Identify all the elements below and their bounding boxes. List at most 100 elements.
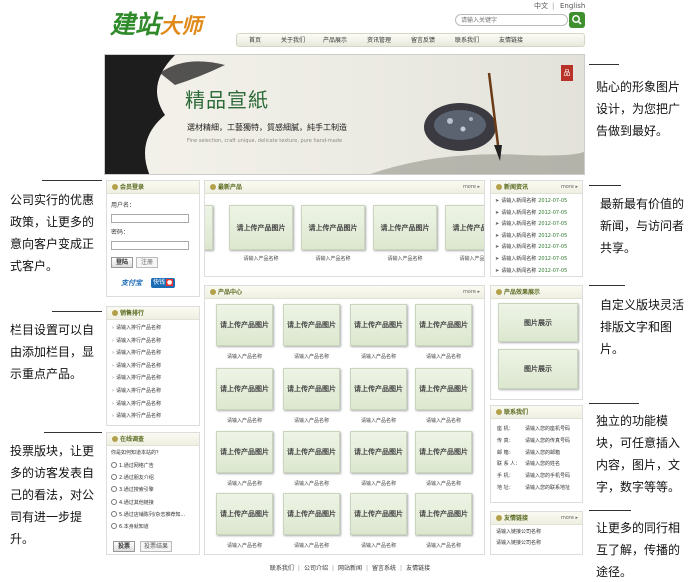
news-more-link[interactable]: more ▸: [561, 182, 578, 193]
product-image[interactable]: 请上传产品图片: [415, 493, 472, 535]
radio-button[interactable]: [111, 498, 117, 505]
footer-link[interactable]: 网站新闻: [338, 565, 362, 572]
product-caption[interactable]: 请输入产品名称: [279, 542, 344, 550]
sales-item[interactable]: › 请输入排行产品名称: [112, 362, 161, 371]
sales-item[interactable]: › 请输入排行产品名称: [112, 374, 161, 383]
news-item[interactable]: ➤ 请输入新闻名称 2012-07-05: [495, 267, 567, 276]
lang-cn-link[interactable]: 中文: [534, 0, 548, 12]
nav-feedback[interactable]: 留言反馈: [411, 34, 435, 48]
product-image[interactable]: 请上传产品图片: [283, 493, 340, 535]
footer-link[interactable]: 友情链接: [406, 565, 430, 572]
product-image[interactable]: 请上传产品图片: [216, 304, 273, 346]
news-item[interactable]: ➤ 请输入新闻名称 2012-07-05: [495, 255, 567, 264]
username-input[interactable]: [111, 214, 189, 223]
sales-item[interactable]: › 请输入排行产品名称: [112, 387, 161, 396]
nav-links[interactable]: 友情链接: [499, 34, 523, 48]
radio-button[interactable]: [111, 510, 117, 517]
search-input[interactable]: [455, 14, 568, 26]
nav-contact[interactable]: 联系我们: [455, 34, 479, 48]
product-image[interactable]: 请上传产品图片: [283, 368, 340, 410]
nav-about[interactable]: 关于我们: [281, 34, 305, 48]
product-caption[interactable]: 请输入产品名称: [411, 480, 476, 488]
product-image[interactable]: 请上传产品图片: [216, 493, 273, 535]
latest-product-caption[interactable]: 请输入产品名称: [441, 255, 484, 263]
news-item[interactable]: ➤ 请输入新闻名称 2012-07-05: [495, 243, 567, 252]
latest-product-image[interactable]: 请上传产品图片: [373, 205, 437, 250]
product-image[interactable]: 请上传产品图片: [415, 304, 472, 346]
news-item[interactable]: ➤ 请输入新闻名称 2012-07-05: [495, 220, 567, 229]
latest-product-caption[interactable]: 请输入产品名称: [297, 255, 369, 263]
product-image[interactable]: 请上传产品图片: [283, 431, 340, 473]
product-image[interactable]: 请上传产品图片: [350, 304, 407, 346]
site-logo[interactable]: 建站大师: [110, 9, 202, 43]
search-button[interactable]: [569, 12, 585, 28]
product-image[interactable]: 请上传产品图片: [350, 493, 407, 535]
alipay-logo[interactable]: 支付宝: [121, 278, 142, 288]
product-caption[interactable]: 请输入产品名称: [346, 417, 411, 425]
survey-option[interactable]: 6.本身就知道: [111, 523, 149, 532]
product-caption[interactable]: 请输入产品名称: [279, 417, 344, 425]
radio-button[interactable]: [111, 462, 117, 468]
radio-button[interactable]: [111, 523, 117, 529]
footer-link[interactable]: 留言系统: [372, 565, 396, 572]
product-image[interactable]: 请上传产品图片: [216, 431, 273, 473]
latest-product-caption[interactable]: 请输入产品名称: [369, 255, 441, 263]
nav-home[interactable]: 首页: [249, 34, 261, 48]
links-more-link[interactable]: more ▸: [561, 513, 578, 524]
product-caption[interactable]: 请输入产品名称: [346, 542, 411, 550]
news-item[interactable]: ➤ 请输入新闻名称 2012-07-05: [495, 197, 567, 206]
product-image[interactable]: 请上传产品图片: [415, 368, 472, 410]
kuaiqian-logo[interactable]: 快钱 ●: [151, 278, 176, 288]
sales-item[interactable]: › 请输入排行产品名称: [112, 337, 161, 346]
survey-option[interactable]: 3.通过搜索引擎: [111, 486, 154, 495]
effect-image-1[interactable]: 图片展示: [498, 303, 578, 342]
product-caption[interactable]: 请输入产品名称: [411, 353, 476, 361]
product-image[interactable]: 请上传产品图片: [415, 431, 472, 473]
latest-product-image[interactable]: 请上传产品图片: [229, 205, 293, 250]
product-image[interactable]: 请上传产品图片: [350, 368, 407, 410]
sales-item[interactable]: › 请输入排行产品名称: [112, 324, 161, 333]
product-caption[interactable]: 请输入产品名称: [279, 353, 344, 361]
nav-news[interactable]: 资讯管理: [367, 34, 391, 48]
sales-item[interactable]: › 请输入排行产品名称: [112, 412, 161, 421]
survey-option[interactable]: 5.通过店铺陈列/杂志推荐知...: [111, 510, 185, 520]
friend-link-1[interactable]: 请输入链接公司名称: [496, 528, 541, 537]
sales-item[interactable]: › 请输入排行产品名称: [112, 400, 161, 409]
product-caption[interactable]: 请输入产品名称: [212, 480, 277, 488]
latest-product-image[interactable]: 请上传产品图片: [301, 205, 365, 250]
product-caption[interactable]: 请输入产品名称: [411, 417, 476, 425]
vote-result-button[interactable]: 投票结果: [140, 541, 172, 552]
password-input[interactable]: [111, 241, 189, 250]
hero-banner[interactable]: 品 精品宣紙 選材精細，工藝獨特，質感細膩，純手工制造 Fine selecti…: [104, 54, 585, 175]
survey-option[interactable]: 4.通过其他链接: [111, 498, 154, 508]
vote-button[interactable]: 投票: [113, 541, 135, 552]
product-image[interactable]: 请上传产品图片: [283, 304, 340, 346]
radio-button[interactable]: [111, 474, 117, 481]
product-image[interactable]: 请上传产品图片: [216, 368, 273, 410]
footer-link[interactable]: 联系我们: [270, 565, 294, 572]
product-image[interactable]: 请上传产品图片: [350, 431, 407, 473]
latest-product-image[interactable]: 请上传产品图片: [445, 205, 484, 250]
latest-product-caption[interactable]: 请输入产品名称: [205, 255, 217, 263]
news-item[interactable]: ➤ 请输入新闻名称 2012-07-05: [495, 232, 567, 241]
product-caption[interactable]: 请输入产品名称: [411, 542, 476, 550]
survey-option[interactable]: 1.通过网络广告: [111, 462, 154, 471]
product-caption[interactable]: 请输入产品名称: [346, 353, 411, 361]
product-caption[interactable]: 请输入产品名称: [212, 417, 277, 425]
footer-link[interactable]: 公司介绍: [304, 565, 328, 572]
effect-image-2[interactable]: 图片展示: [498, 349, 578, 389]
radio-button[interactable]: [111, 486, 117, 493]
nav-products[interactable]: 产品展示: [323, 34, 347, 48]
product-caption[interactable]: 请输入产品名称: [279, 480, 344, 488]
product-caption[interactable]: 请输入产品名称: [212, 542, 277, 550]
latest-product-caption[interactable]: 请输入产品名称: [225, 255, 297, 263]
product-caption[interactable]: 请输入产品名称: [346, 480, 411, 488]
login-button[interactable]: 登陆: [111, 257, 133, 268]
sales-item[interactable]: › 请输入排行产品名称: [112, 349, 161, 358]
lang-en-link[interactable]: English: [560, 0, 585, 12]
product-caption[interactable]: 请输入产品名称: [212, 353, 277, 361]
latest-product-image[interactable]: 请上传产品图片: [205, 205, 213, 250]
register-button[interactable]: 注册: [136, 257, 158, 268]
friend-link-2[interactable]: 请输入链接公司名称: [496, 539, 541, 548]
survey-option[interactable]: 2.通过朋友介绍: [111, 474, 154, 483]
